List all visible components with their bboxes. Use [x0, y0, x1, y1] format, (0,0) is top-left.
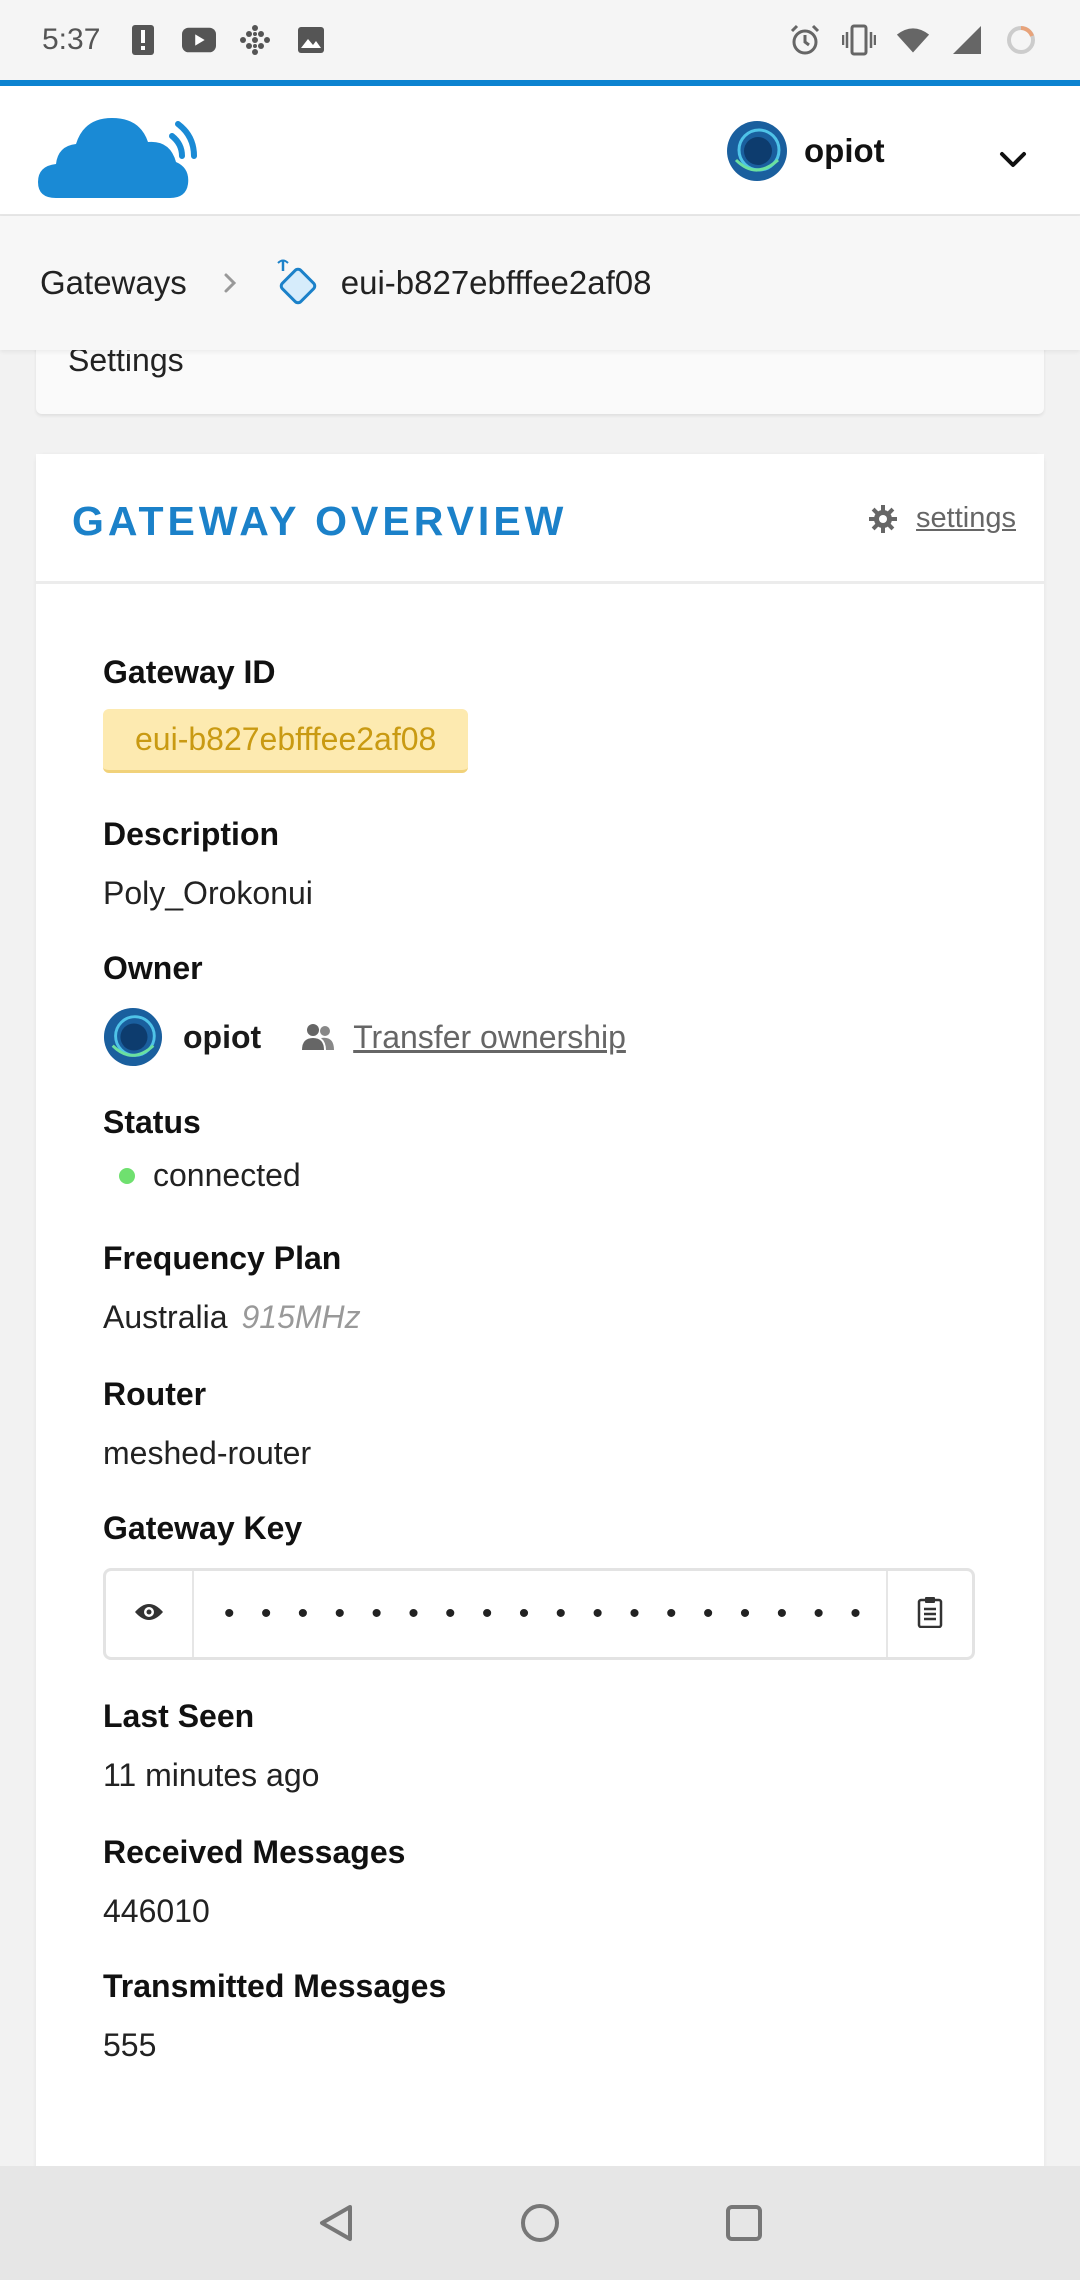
field-received-messages: Received Messages 446010	[103, 1834, 405, 1930]
cloud-logo[interactable]	[36, 106, 202, 206]
gateway-icon	[271, 257, 323, 309]
recents-icon[interactable]	[722, 2201, 766, 2245]
transfer-ownership-link[interactable]: Transfer ownership	[301, 1019, 626, 1056]
clock: 5:37	[42, 23, 101, 56]
field-last-seen: Last Seen 11 minutes ago	[103, 1698, 319, 1794]
owner-label: Owner	[103, 950, 203, 986]
avatar	[103, 1007, 163, 1067]
field-description: Description Poly_Orokonui	[103, 816, 313, 912]
field-gateway-key: Gateway Key	[103, 1510, 302, 1547]
transmitted-messages-label: Transmitted Messages	[103, 1968, 447, 2004]
cell-signal-icon	[950, 23, 984, 57]
frequency-plan-label: Frequency Plan	[103, 1240, 342, 1276]
gateway-key-field: • • • • • • • • • • • • • • • • • • • • …	[103, 1568, 975, 1660]
system-nav-bar	[0, 2166, 1080, 2280]
last-seen-value: 11 minutes ago	[103, 1757, 320, 1793]
status-dot-icon	[119, 1167, 135, 1184]
gateway-key-label: Gateway Key	[103, 1510, 303, 1546]
chevron-right-icon	[217, 270, 243, 296]
avatar	[726, 120, 788, 182]
home-icon[interactable]	[518, 2201, 562, 2245]
back-icon[interactable]	[314, 2201, 358, 2245]
owner-name: opiot	[183, 1018, 262, 1055]
page-title: GATEWAY OVERVIEW	[72, 498, 568, 544]
chevron-down-icon[interactable]	[996, 142, 1030, 176]
breadcrumb: Gateways eui-b827ebfffee2af08	[0, 216, 1080, 350]
status-badge: connected	[153, 1157, 301, 1193]
card-header: GATEWAY OVERVIEW settings	[36, 454, 1044, 584]
description-value: Poly_Orokonui	[103, 875, 313, 911]
app-header: opiot	[0, 80, 1080, 216]
field-transmitted-messages: Transmitted Messages 555	[103, 1968, 446, 2064]
received-messages-label: Received Messages	[103, 1834, 406, 1870]
show-key-button[interactable]	[106, 1571, 194, 1657]
wifi-icon	[896, 23, 930, 57]
eye-icon	[134, 1602, 164, 1627]
alarm-icon	[788, 23, 822, 57]
battery-icon	[1004, 23, 1038, 57]
field-status: Status connected	[103, 1104, 301, 1194]
gateway-key-value[interactable]: • • • • • • • • • • • • • • • • • • • • …	[194, 1571, 886, 1657]
router-label: Router	[103, 1376, 207, 1412]
settings-link-label: settings	[916, 502, 1016, 534]
vibrate-icon	[842, 23, 876, 57]
frequency-plan-detail: 915MHz	[241, 1299, 361, 1335]
router-value: meshed-router	[103, 1435, 312, 1471]
gateway-overview-card: GATEWAY OVERVIEW settings Gateway ID eui…	[36, 454, 1044, 2280]
image-icon	[294, 23, 328, 57]
gear-icon	[868, 504, 898, 534]
status-label: Status	[103, 1104, 201, 1140]
settings-link[interactable]: settings	[868, 502, 1016, 535]
field-frequency-plan: Frequency Plan Australia 915MHz	[103, 1240, 361, 1336]
status-bar: 5:37	[0, 0, 1080, 80]
last-seen-label: Last Seen	[103, 1698, 255, 1734]
breadcrumb-current: eui-b827ebfffee2af08	[340, 264, 652, 301]
gateway-key-masked: • • • • • • • • • • • • • • • • • • • • …	[224, 1597, 886, 1630]
breadcrumb-gateways-link[interactable]: Gateways	[40, 264, 187, 302]
user-menu[interactable]: opiot	[726, 120, 885, 182]
youtube-icon	[182, 23, 217, 57]
clipboard-icon	[917, 1596, 943, 1633]
field-router: Router meshed-router	[103, 1376, 311, 1472]
user-name: opiot	[804, 132, 885, 169]
transfer-ownership-label: Transfer ownership	[353, 1018, 626, 1055]
field-owner: Owner opiot Transfer ownership	[103, 950, 626, 1067]
received-messages-value: 446010	[103, 1893, 210, 1929]
copy-key-button[interactable]	[886, 1571, 972, 1657]
people-icon	[301, 1022, 335, 1052]
dots-grid-icon	[238, 23, 272, 57]
gateway-id-badge: eui-b827ebfffee2af08	[103, 709, 469, 773]
field-gateway-id: Gateway ID eui-b827ebfffee2af08	[103, 654, 469, 773]
transmitted-messages-value: 555	[103, 2027, 157, 2063]
alert-icon	[126, 23, 160, 57]
frequency-plan-value: Australia	[103, 1299, 228, 1335]
gateway-id-label: Gateway ID	[103, 654, 276, 690]
description-label: Description	[103, 816, 280, 852]
